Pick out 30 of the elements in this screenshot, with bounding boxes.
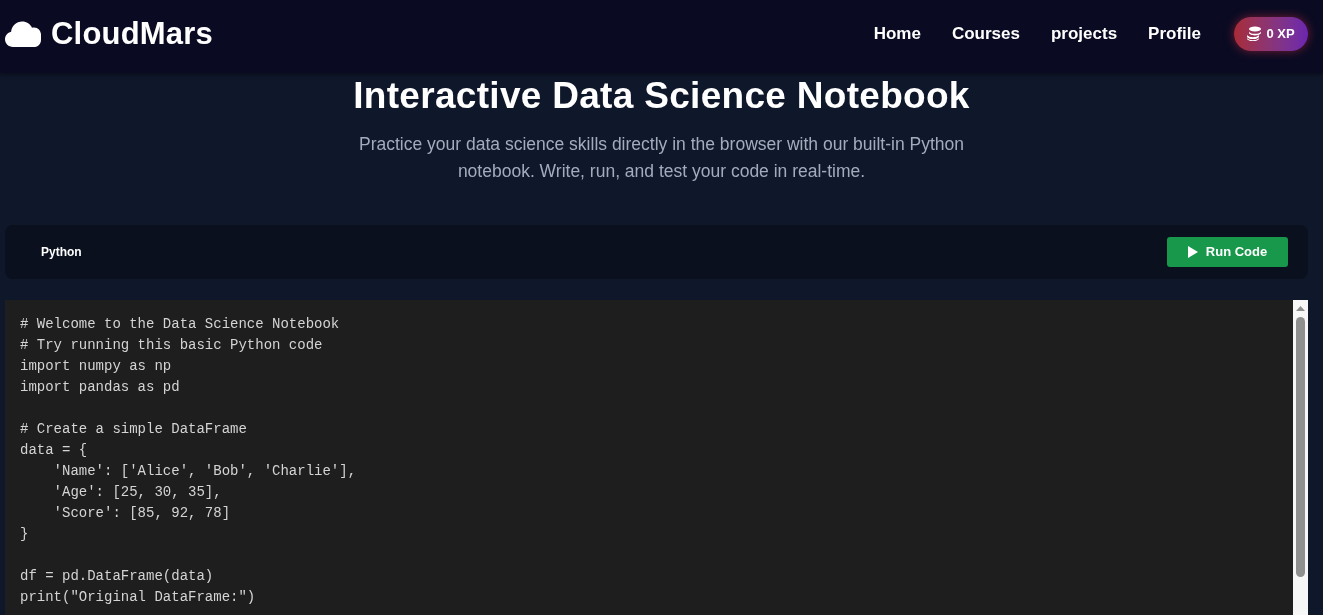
nav-link[interactable]: Home [873,25,921,42]
code-line: print("Original DataFrame:") [20,588,256,607]
code-line: import numpy as np [20,357,172,376]
scroll-up-arrow-icon[interactable] [1296,306,1305,311]
language-label: Python [41,244,82,261]
coins-icon [1247,26,1262,41]
nav-link[interactable]: projects [1050,25,1118,42]
code-line: 'Name': ['Alice', 'Bob', 'Charlie'], [52,462,357,481]
nav-link[interactable]: Courses [951,25,1020,42]
xp-count: 0 XP [1266,27,1295,40]
scrollbar[interactable] [1293,300,1308,615]
code-line: # Create a simple DataFrame [20,420,247,439]
code-line: 'Score': [85, 92, 78] [52,504,231,523]
xp-badge[interactable]: 0 XP [1234,16,1308,51]
page-subtitle: Practice your data science skills directly in the browser with our built-in Python notebook. Write, run, and test your code in real-time. [358,133,965,183]
run-code-button[interactable]: Run Code [1167,237,1288,267]
cloud-icon [5,20,41,47]
code-line: # Welcome to the Data Science Notebook [20,315,340,334]
scrollbar-thumb[interactable] [1296,317,1305,577]
nav-link[interactable]: Profile [1148,25,1201,42]
code-line: # Try running this basic Python code [20,336,323,355]
code-editor[interactable] [5,300,1308,615]
play-icon [1187,246,1198,258]
code-line: import pandas as pd [20,378,180,397]
code-line: } [20,525,29,544]
code-line: df = pd.DataFrame(data) [20,567,214,586]
code-line: data = { [20,441,88,460]
page-title: Interactive Data Science Notebook [353,74,970,118]
logo-text[interactable]: CloudMars [51,18,213,49]
code-line: 'Age': [25, 30, 35], [52,483,222,502]
